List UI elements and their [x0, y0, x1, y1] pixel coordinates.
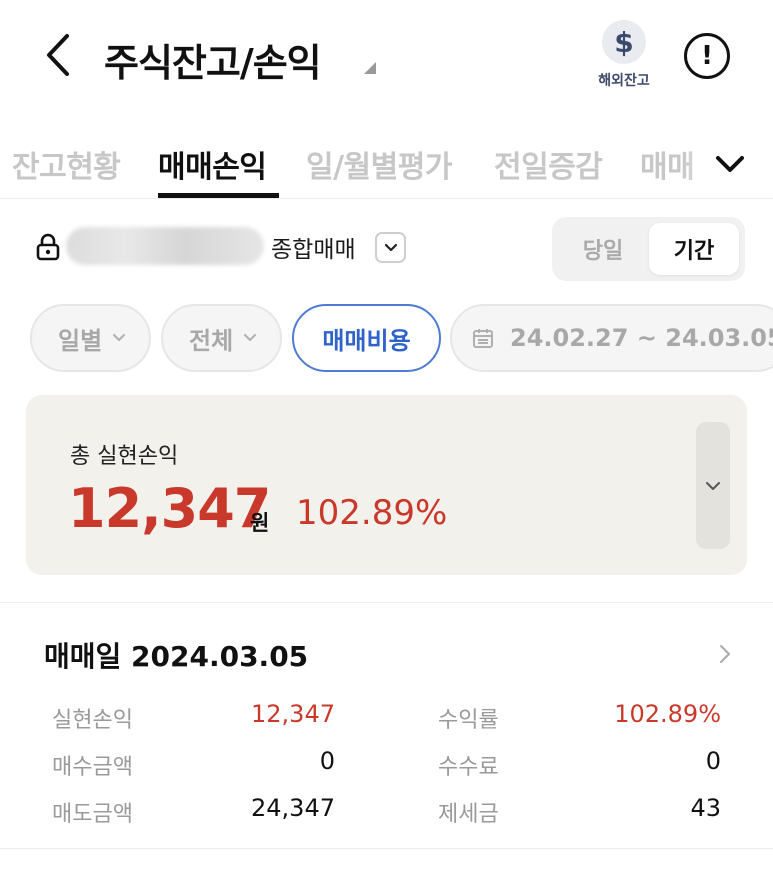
page-title: 주식잔고/손익: [104, 41, 322, 85]
tab-trade-pnl[interactable]: 매매손익: [158, 142, 267, 186]
date-range-chip[interactable]: 24.02.27 ~ 24.03.05: [450, 304, 773, 372]
toggle-period[interactable]: 기간: [649, 223, 739, 275]
trade-date-title[interactable]: 매매일 2024.03.05: [44, 635, 308, 675]
commission-value: 0: [705, 747, 721, 775]
realized-pnl-value: 12,347: [251, 700, 335, 728]
unit-filter-chip[interactable]: 일별: [30, 304, 151, 372]
trade-cost-filter-chip[interactable]: 매매비용: [292, 304, 441, 372]
dollar-icon: $: [602, 20, 646, 64]
tab-daily-monthly-eval[interactable]: 일/월별평가: [306, 142, 452, 186]
toggle-today[interactable]: 당일: [558, 223, 648, 275]
chevron-right-icon: [720, 645, 730, 663]
trade-cost-label: 매매비용: [322, 326, 411, 355]
tab-balance-status[interactable]: 잔고현황: [12, 142, 121, 186]
taxes-value: 43: [690, 794, 721, 822]
sell-amount-value: 24,347: [251, 794, 335, 822]
calendar-icon: [472, 327, 494, 349]
section-divider: [0, 602, 773, 603]
sell-amount-label: 매도금액: [52, 802, 133, 827]
exclamation-icon: !: [701, 41, 713, 71]
summary-expand-button[interactable]: [696, 422, 730, 549]
back-arrow-icon: [47, 34, 69, 76]
filter-bar: 일별 전체 매매비용 24.02.27 ~ 24.03.05: [0, 304, 773, 374]
total-realized-pnl-label: 총 실현손익: [70, 444, 179, 469]
account-type[interactable]: 종합매매: [271, 230, 356, 264]
tab-bar: 잔고현황 매매손익 일/월별평가 전일증감 매매: [0, 132, 773, 199]
section-divider: [0, 848, 773, 849]
trade-row: 매도금액 24,347 제세금 43: [0, 794, 773, 832]
active-tab-indicator: [158, 193, 279, 198]
app-header: 주식잔고/손익 $ 해외잔고 !: [0, 0, 773, 115]
back-button[interactable]: [36, 30, 80, 80]
chevron-down-icon: [243, 333, 257, 343]
chevron-down-icon: [112, 333, 126, 343]
chevron-down-icon: [384, 243, 397, 251]
info-button[interactable]: !: [684, 33, 730, 79]
tab-prev-day-change[interactable]: 전일증감: [494, 142, 603, 186]
realized-pnl-summary-card: 총 실현손익 12,347 원 102.89%: [26, 395, 747, 575]
title-dropdown-icon[interactable]: [364, 62, 376, 74]
tabs-more-button[interactable]: [712, 146, 748, 182]
total-realized-pnl-amount: 12,347: [68, 477, 271, 540]
scope-filter-label: 전체: [189, 326, 234, 355]
chevron-down-icon: [706, 481, 720, 490]
overseas-balance-button[interactable]: $ 해외잔고: [588, 20, 660, 92]
buy-amount-value: 0: [319, 747, 335, 775]
account-number-masked[interactable]: [66, 227, 264, 265]
trade-row: 매수금액 0 수수료 0: [0, 747, 773, 785]
return-rate-label: 수익률: [438, 708, 499, 733]
currency-unit: 원: [250, 511, 270, 535]
period-toggle: 당일 기간: [552, 217, 745, 281]
taxes-label: 제세금: [438, 802, 499, 827]
lock-icon: [36, 233, 60, 265]
realized-pnl-label: 실현손익: [52, 708, 133, 733]
scope-filter-chip[interactable]: 전체: [161, 304, 282, 372]
chevron-down-icon: [716, 156, 744, 172]
return-rate-value: 102.89%: [614, 700, 721, 728]
trade-row: 실현손익 12,347 수익률 102.89%: [0, 700, 773, 738]
overseas-balance-label: 해외잔고: [598, 73, 650, 89]
trade-detail-button[interactable]: [714, 640, 736, 668]
account-row: 종합매매 당일 기간: [0, 215, 773, 281]
buy-amount-label: 매수금액: [52, 755, 133, 780]
account-dropdown-button[interactable]: [375, 232, 406, 263]
total-return-rate: 102.89%: [296, 493, 448, 533]
unit-filter-label: 일별: [58, 326, 103, 355]
date-range-label: 24.02.27 ~ 24.03.05: [510, 324, 773, 352]
commission-label: 수수료: [438, 755, 499, 780]
